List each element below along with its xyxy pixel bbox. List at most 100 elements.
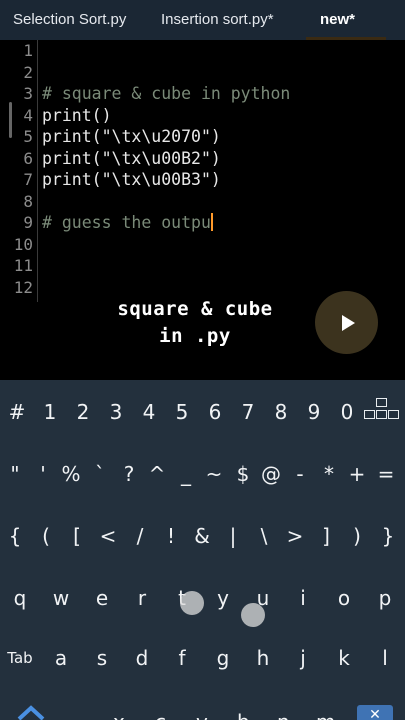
key[interactable]: j bbox=[288, 638, 318, 678]
line-number: 7 bbox=[23, 170, 33, 189]
key[interactable]: b bbox=[237, 702, 253, 720]
key[interactable]: 2 bbox=[68, 392, 98, 432]
code-line[interactable]: print("\tx\u2070") bbox=[42, 126, 221, 148]
key[interactable]: " bbox=[0, 454, 30, 494]
line-number: 12 bbox=[13, 277, 33, 297]
play-button[interactable] bbox=[315, 291, 378, 354]
key[interactable]: y bbox=[208, 578, 238, 618]
code-line-text: # guess the outpu bbox=[42, 213, 211, 232]
key[interactable]: w bbox=[46, 578, 76, 618]
soft-keyboard: # 1 2 3 4 5 6 7 8 9 0 " ' % ` ? ^ _ ~ $ … bbox=[0, 380, 405, 720]
key[interactable]: ] bbox=[311, 516, 341, 556]
tab-bar: Selection Sort.py Insertion sort.py* new… bbox=[0, 0, 405, 40]
line-number: 8 bbox=[23, 191, 33, 211]
backspace-icon[interactable]: ✕ bbox=[357, 705, 393, 720]
key[interactable]: 9 bbox=[299, 392, 329, 432]
tab-insertion-sort[interactable]: Insertion sort.py* bbox=[161, 0, 274, 40]
chevron-up-icon[interactable] bbox=[16, 702, 46, 720]
key[interactable]: 3 bbox=[101, 392, 131, 432]
code-line[interactable]: print("\tx\u00B2") bbox=[42, 148, 221, 170]
key[interactable]: 1 bbox=[35, 392, 65, 432]
keyboard-row-home: Tab a s d f g h j k l bbox=[0, 638, 405, 678]
key[interactable]: @ bbox=[256, 454, 286, 494]
key[interactable]: { bbox=[0, 516, 30, 556]
code-line-active[interactable]: # guess the outpu bbox=[42, 212, 213, 234]
key[interactable]: $ bbox=[228, 454, 258, 494]
tab-new[interactable]: new* bbox=[320, 0, 355, 40]
key[interactable]: e bbox=[87, 578, 117, 618]
line-number: 9 bbox=[23, 213, 33, 232]
key[interactable]: & bbox=[187, 516, 217, 556]
key[interactable]: 5 bbox=[167, 392, 197, 432]
key[interactable]: ^ bbox=[142, 454, 172, 494]
tab-key[interactable]: Tab bbox=[0, 638, 40, 678]
key[interactable]: ! bbox=[156, 516, 186, 556]
key[interactable]: _ bbox=[171, 454, 201, 494]
key[interactable]: + bbox=[342, 454, 372, 494]
key[interactable]: % bbox=[56, 454, 86, 494]
key[interactable]: * bbox=[314, 454, 344, 494]
key[interactable]: > bbox=[280, 516, 310, 556]
key[interactable]: 0 bbox=[332, 392, 362, 432]
code-line[interactable]: print("\tx\u00B3") bbox=[42, 169, 221, 191]
key[interactable]: < bbox=[93, 516, 123, 556]
key[interactable]: ~ bbox=[199, 454, 229, 494]
key[interactable]: [ bbox=[62, 516, 92, 556]
keyboard-row-numbers: # 1 2 3 4 5 6 7 8 9 0 bbox=[0, 392, 405, 432]
keyboard-row-brackets: { ( [ < / ! & | \ > ] ) } bbox=[0, 516, 405, 556]
key[interactable]: ` bbox=[85, 454, 115, 494]
key[interactable]: \ bbox=[249, 516, 279, 556]
line-number: 2 bbox=[23, 62, 33, 82]
key[interactable]: f bbox=[167, 638, 197, 678]
key[interactable]: o bbox=[329, 578, 359, 618]
key[interactable]: p bbox=[370, 578, 400, 618]
layout-icon-block bbox=[376, 410, 387, 419]
key[interactable]: r bbox=[127, 578, 157, 618]
key[interactable]: q bbox=[5, 578, 35, 618]
key[interactable]: / bbox=[125, 516, 155, 556]
key[interactable]: ? bbox=[114, 454, 144, 494]
key[interactable]: 7 bbox=[233, 392, 263, 432]
key[interactable]: a bbox=[46, 638, 76, 678]
key[interactable]: } bbox=[373, 516, 403, 556]
text-caret bbox=[210, 213, 213, 231]
keyboard-row-symbols: " ' % ` ? ^ _ ~ $ @ - * + = bbox=[0, 454, 405, 494]
code-line[interactable]: print() bbox=[42, 105, 112, 127]
layout-icon-block bbox=[376, 398, 387, 407]
key[interactable]: = bbox=[371, 454, 401, 494]
key[interactable]: n bbox=[277, 702, 293, 720]
code-editor[interactable]: 1 2 3 4 5 6 7 8 9 10 11 12 # square & cu… bbox=[0, 40, 405, 380]
line-number: 3 bbox=[23, 84, 33, 103]
line-number: 4 bbox=[23, 105, 33, 125]
key[interactable]: 8 bbox=[266, 392, 296, 432]
key[interactable]: g bbox=[208, 638, 238, 678]
layout-icon-block bbox=[388, 410, 399, 419]
key[interactable]: m bbox=[316, 702, 336, 720]
scroll-thumb[interactable] bbox=[9, 102, 12, 138]
key[interactable]: x bbox=[113, 702, 129, 720]
key[interactable]: i bbox=[288, 578, 318, 618]
line-number: 11 bbox=[13, 256, 33, 275]
key[interactable]: l bbox=[370, 638, 400, 678]
key[interactable]: s bbox=[87, 638, 117, 678]
layout-icon-block bbox=[364, 410, 375, 419]
touch-indicator bbox=[241, 603, 265, 627]
key[interactable]: | bbox=[218, 516, 248, 556]
keyboard-layout-icon[interactable] bbox=[364, 398, 401, 424]
tab-selection-sort[interactable]: Selection Sort.py bbox=[13, 0, 126, 40]
key[interactable]: 6 bbox=[200, 392, 230, 432]
key[interactable]: c bbox=[155, 702, 171, 720]
line-number: 10 bbox=[13, 234, 33, 254]
touch-indicator bbox=[180, 591, 204, 615]
key[interactable]: ) bbox=[342, 516, 372, 556]
key[interactable]: # bbox=[2, 392, 32, 432]
key[interactable]: 4 bbox=[134, 392, 164, 432]
key[interactable]: k bbox=[329, 638, 359, 678]
code-line[interactable]: # square & cube in python bbox=[42, 83, 290, 105]
key[interactable]: h bbox=[248, 638, 278, 678]
key[interactable]: d bbox=[127, 638, 157, 678]
key[interactable]: v bbox=[196, 702, 212, 720]
key[interactable]: ' bbox=[28, 454, 58, 494]
key[interactable]: ( bbox=[31, 516, 61, 556]
key[interactable]: - bbox=[285, 454, 315, 494]
